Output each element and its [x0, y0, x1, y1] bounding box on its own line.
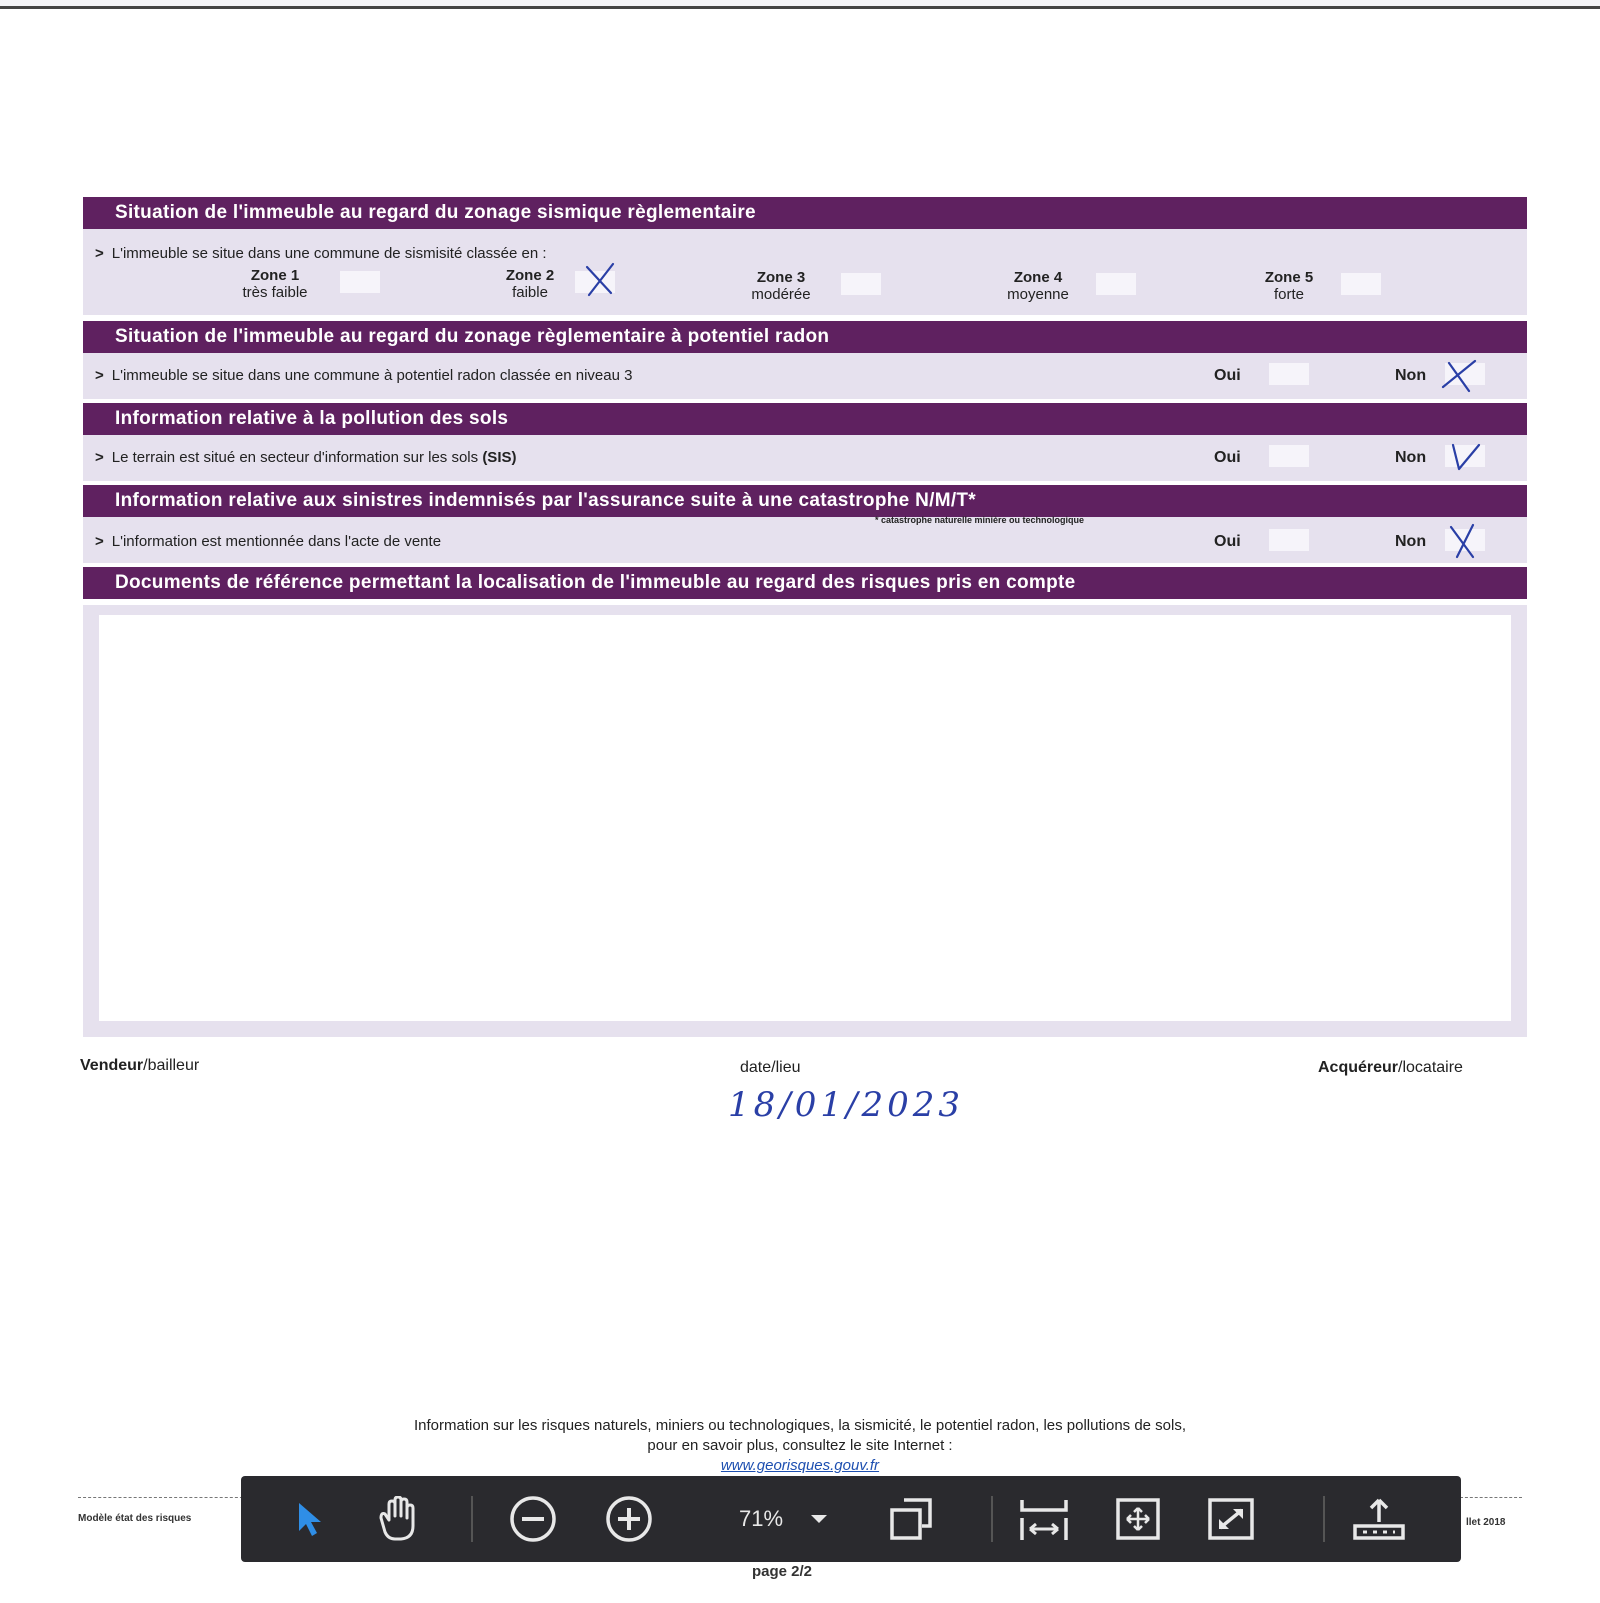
zone-5: Zone 5 forte [1264, 269, 1314, 303]
pollution-non-check-mark-icon [1451, 443, 1481, 471]
radon-question: > L'immeuble se situe dans une commune à … [95, 367, 633, 384]
zoom-in-icon [606, 1496, 652, 1542]
pollution-oui-checkbox[interactable] [1269, 445, 1309, 467]
footer-divider-left [78, 1497, 248, 1498]
fit-page-icon [1116, 1498, 1160, 1540]
section-header-sinistres: Information relative aux sinistres indem… [83, 485, 1527, 517]
zoom-dropdown-button[interactable] [799, 1476, 839, 1562]
fit-width-button[interactable] [1011, 1476, 1077, 1562]
acquereur-label: Acquéreur/locataire [1318, 1059, 1463, 1076]
vendeur-label: Vendeur/bailleur [80, 1057, 200, 1074]
zone-2: Zone 2 faible [505, 267, 555, 301]
page-number: page 2/2 [752, 1563, 813, 1580]
radon-oui-checkbox[interactable] [1269, 363, 1309, 385]
section-header-documents: Documents de référence permettant la loc… [83, 567, 1527, 599]
zoom-in-button[interactable] [601, 1476, 657, 1562]
sinistres-question: > L'information est mentionnée dans l'act… [95, 533, 442, 550]
zoom-out-button[interactable] [505, 1476, 561, 1562]
date-handwritten: 18/01/2023 [728, 1085, 964, 1125]
fullscreen-button[interactable] [1199, 1476, 1263, 1562]
section-body-sinistres: * catastrophe naturelle minière ou techn… [83, 515, 1527, 563]
chevron-down-icon [811, 1515, 827, 1523]
upload-button[interactable] [1341, 1476, 1417, 1562]
sinistres-footnote: * catastrophe naturelle minière ou techn… [875, 515, 1085, 525]
zone-3-checkbox[interactable] [841, 273, 881, 295]
pollution-non-label: Non [1395, 449, 1427, 466]
section-body-pollution: > Le terrain est situé en secteur d'infor… [83, 435, 1527, 481]
toolbar-separator [1323, 1496, 1325, 1542]
copy-pages-icon [890, 1498, 932, 1540]
fit-width-icon [1020, 1500, 1068, 1540]
fit-page-button[interactable] [1107, 1476, 1169, 1562]
select-tool-button[interactable] [281, 1476, 337, 1562]
hand-pan-icon [379, 1496, 415, 1541]
zone-5-checkbox[interactable] [1341, 273, 1381, 295]
zone-2-check-mark-icon [585, 262, 615, 297]
section-body-radon: > L'immeuble se situe dans une commune à … [83, 353, 1527, 399]
zoom-out-icon [510, 1496, 556, 1542]
radon-non-check-mark-icon [1441, 359, 1477, 393]
footer-date-text: llet 2018 [1466, 1517, 1506, 1528]
date-lieu-label: date/lieu [740, 1059, 801, 1076]
georisques-link[interactable]: www.georisques.gouv.fr [0, 1457, 1600, 1474]
section-header-pollution: Information relative à la pollution des … [83, 403, 1527, 435]
sinistres-oui-label: Oui [1214, 533, 1241, 550]
zone-4: Zone 4 moyenne [1007, 269, 1069, 303]
document-page: Situation de l'immeuble au regard du zon… [0, 6, 1600, 1603]
hand-tool-button[interactable] [367, 1476, 431, 1562]
radon-oui-label: Oui [1214, 367, 1241, 384]
model-text: Modèle état des risques [78, 1513, 192, 1524]
zone-1-checkbox[interactable] [340, 271, 380, 293]
zoom-level[interactable]: 71% [721, 1476, 801, 1562]
footer-info-line-2: pour en savoir plus, consultez le site I… [647, 1437, 953, 1454]
toolbar-separator [991, 1496, 993, 1542]
toolbar-separator [471, 1496, 473, 1542]
sinistres-non-label: Non [1395, 533, 1427, 550]
pollution-oui-label: Oui [1214, 449, 1241, 466]
sinistres-oui-checkbox[interactable] [1269, 529, 1309, 551]
select-arrow-icon [299, 1503, 321, 1536]
viewer-toolbar: 71% [241, 1476, 1461, 1562]
radon-non-label: Non [1395, 367, 1427, 384]
copy-pages-button[interactable] [881, 1476, 941, 1562]
section-header-sismique: Situation de l'immeuble au regard du zon… [83, 197, 1527, 229]
sismique-question: > L'immeuble se situe dans une commune de… [95, 245, 547, 262]
section-body-sismique: > L'immeuble se situe dans une commune de… [83, 229, 1527, 315]
footer-info-line-1: Information sur les risques naturels, mi… [413, 1417, 1187, 1434]
sinistres-non-check-mark-icon [1449, 523, 1475, 559]
documents-box [83, 605, 1527, 1037]
fullscreen-icon [1208, 1498, 1254, 1540]
pollution-question: > Le terrain est situé en secteur d'infor… [95, 449, 517, 466]
footer-divider-right [1460, 1497, 1522, 1498]
zone-4-checkbox[interactable] [1096, 273, 1136, 295]
section-header-radon: Situation de l'immeuble au regard du zon… [83, 321, 1527, 353]
documents-area[interactable] [99, 615, 1511, 1021]
zone-1: Zone 1 très faible [242, 267, 308, 301]
zone-3: Zone 3 modérée [751, 269, 811, 303]
upload-icon [1353, 1498, 1405, 1540]
